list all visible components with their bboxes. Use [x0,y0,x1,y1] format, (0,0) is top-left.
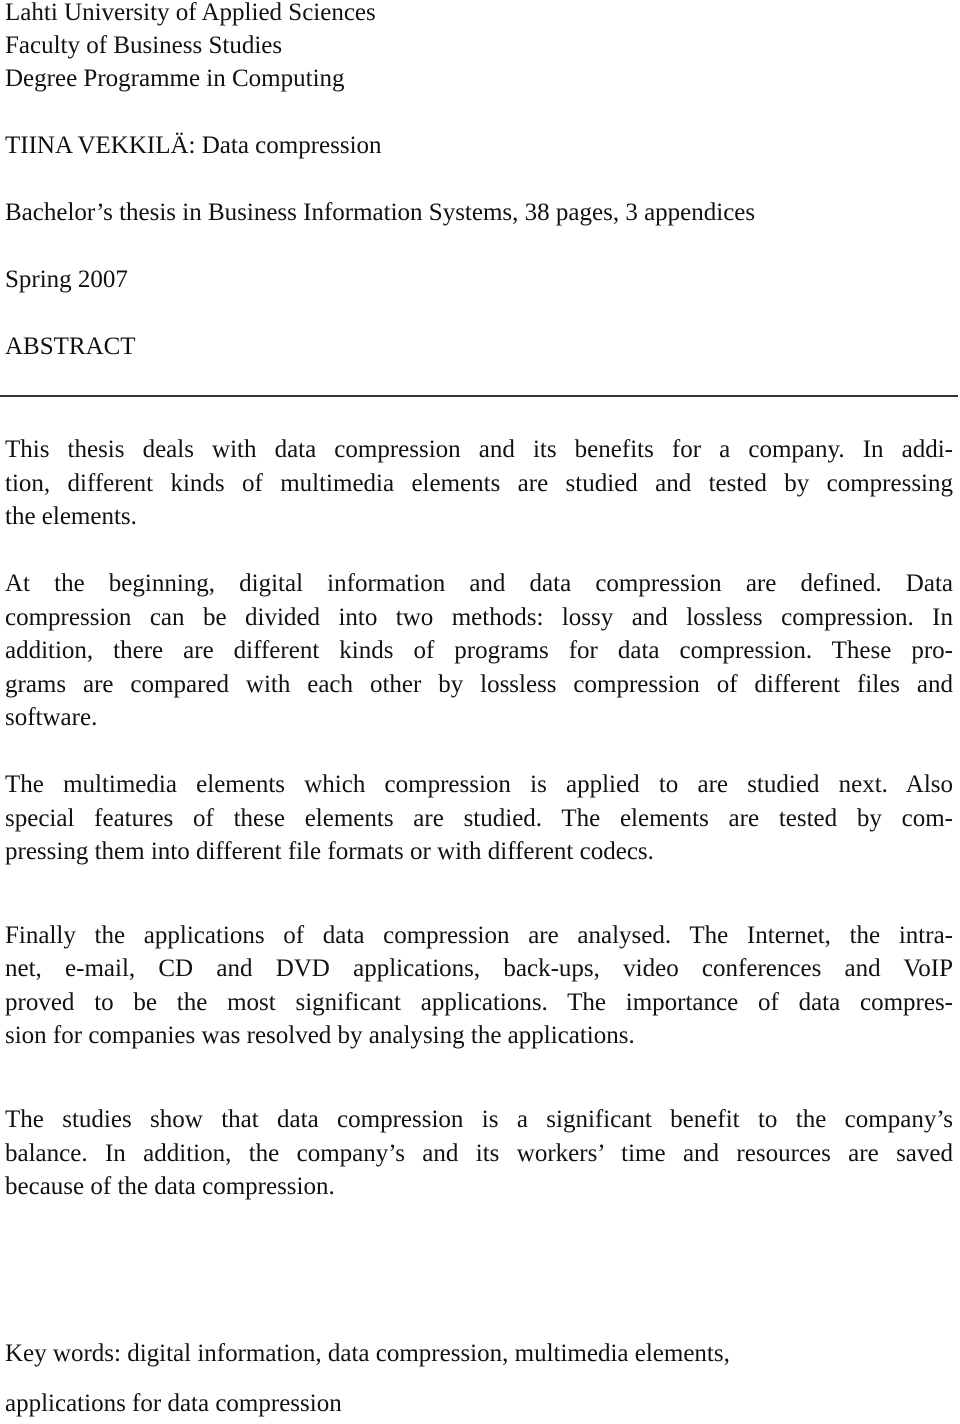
paragraph-line: balance. In addition, the company’s and … [5,1140,953,1167]
keywords-line-1: Key words: digital information, data com… [5,1340,730,1367]
paragraph-line: proved to be the most significant applic… [5,989,953,1016]
section-heading: ABSTRACT [5,333,136,360]
paragraph-line: the elements. [5,503,137,530]
keywords-line-2: applications for data compression [5,1390,342,1417]
faculty-name: Faculty of Business Studies [5,32,283,59]
heading-divider [0,395,958,397]
degree-programme: Degree Programme in Computing [5,65,345,92]
paragraph-line: The multimedia elements which compressio… [5,771,953,798]
author-title-line: TIINA VEKKILÄ: Data compression [5,132,382,159]
paragraph-line: sion for companies was resolved by analy… [5,1022,635,1049]
paragraph-line: software. [5,704,98,731]
paragraph-line: addition, there are different kinds of p… [5,637,953,664]
paragraph-line: special features of these elements are s… [5,805,953,832]
paragraph-line: compression can be divided into two meth… [5,604,953,631]
paragraph-line: This thesis deals with data compression … [5,436,953,463]
paragraph-line: pressing them into different file format… [5,838,654,865]
paragraph-line: because of the data compression. [5,1173,335,1200]
paragraph-line: grams are compared with each other by lo… [5,671,953,698]
paragraph-line: The studies show that data compression i… [5,1106,953,1133]
paragraph-line: net, e-mail, CD and DVD applications, ba… [5,955,953,982]
thesis-info: Bachelor’s thesis in Business Informatio… [5,199,756,226]
paragraph-line: tion, different kinds of multimedia elem… [5,470,953,497]
term: Spring 2007 [5,266,128,293]
paragraph-line: Finally the applications of data compres… [5,922,953,949]
abstract-page: Lahti University of Applied Sciences Fac… [0,0,960,1424]
paragraph-line: At the beginning, digital information an… [5,570,953,597]
institution-name: Lahti University of Applied Sciences [5,0,376,26]
